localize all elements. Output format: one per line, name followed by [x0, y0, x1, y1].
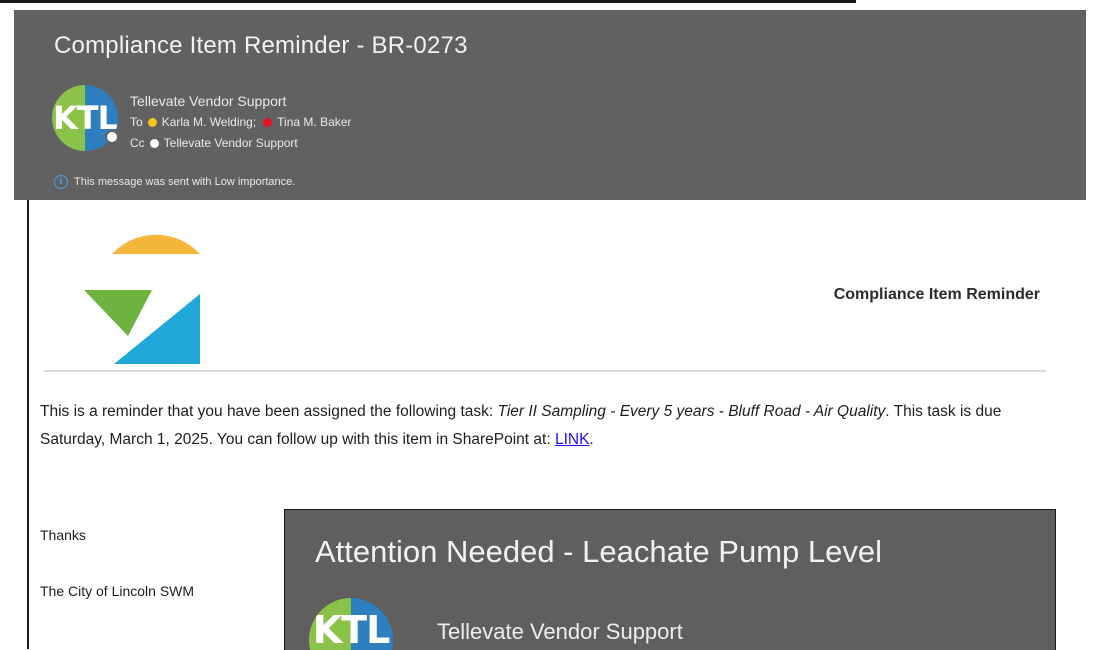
- to-line: To Karla M. Welding; Tina M. Baker: [130, 115, 351, 129]
- recipient-1[interactable]: Karla M. Welding;: [162, 115, 256, 129]
- presence-busy-icon: [263, 117, 273, 127]
- overlay-email-subject: Attention Needed - Leachate Pump Level: [315, 534, 882, 569]
- overlay-avatar-initials: KTL: [312, 608, 391, 650]
- body-edge-line: [27, 200, 29, 649]
- message-intro: This is a reminder that you have been as…: [40, 403, 498, 420]
- company-logo: [84, 234, 200, 364]
- cc-line: Cc Tellevate Vendor Support: [130, 136, 298, 150]
- info-icon: i: [54, 175, 68, 189]
- overlay-sender-avatar[interactable]: KTL: [309, 598, 393, 650]
- presence-offline-icon: [149, 138, 159, 148]
- signoff-text: The City of Lincoln SWM: [40, 583, 195, 599]
- thanks-text: Thanks: [40, 527, 86, 543]
- presence-status-icon: [105, 130, 119, 144]
- email-header: Compliance Item Reminder - BR-0273 KTL T…: [14, 10, 1086, 200]
- message-paragraph: This is a reminder that you have been as…: [40, 398, 1050, 454]
- presence-away-icon: [147, 117, 157, 127]
- top-border: [0, 0, 856, 3]
- divider: [44, 370, 1046, 372]
- banner-title: Compliance Item Reminder: [833, 286, 1040, 303]
- task-name: Tier II Sampling - Every 5 years - Bluff…: [497, 403, 886, 420]
- overlay-email-header: Attention Needed - Leachate Pump Level K…: [284, 509, 1056, 650]
- right-margin: [1088, 0, 1101, 649]
- recipient-2[interactable]: Tina M. Baker: [277, 115, 351, 129]
- importance-notice: i This message was sent with Low importa…: [54, 175, 295, 189]
- message-end: .: [589, 431, 594, 448]
- sender-name[interactable]: Tellevate Vendor Support: [130, 93, 286, 109]
- email-subject: Compliance Item Reminder - BR-0273: [54, 32, 468, 59]
- to-label: To: [130, 115, 143, 129]
- importance-text: This message was sent with Low importanc…: [74, 176, 296, 188]
- overlay-sender-name[interactable]: Tellevate Vendor Support: [437, 619, 683, 645]
- sharepoint-link[interactable]: LINK: [555, 431, 589, 448]
- cc-recipient[interactable]: Tellevate Vendor Support: [164, 136, 298, 150]
- cc-label: Cc: [130, 136, 145, 150]
